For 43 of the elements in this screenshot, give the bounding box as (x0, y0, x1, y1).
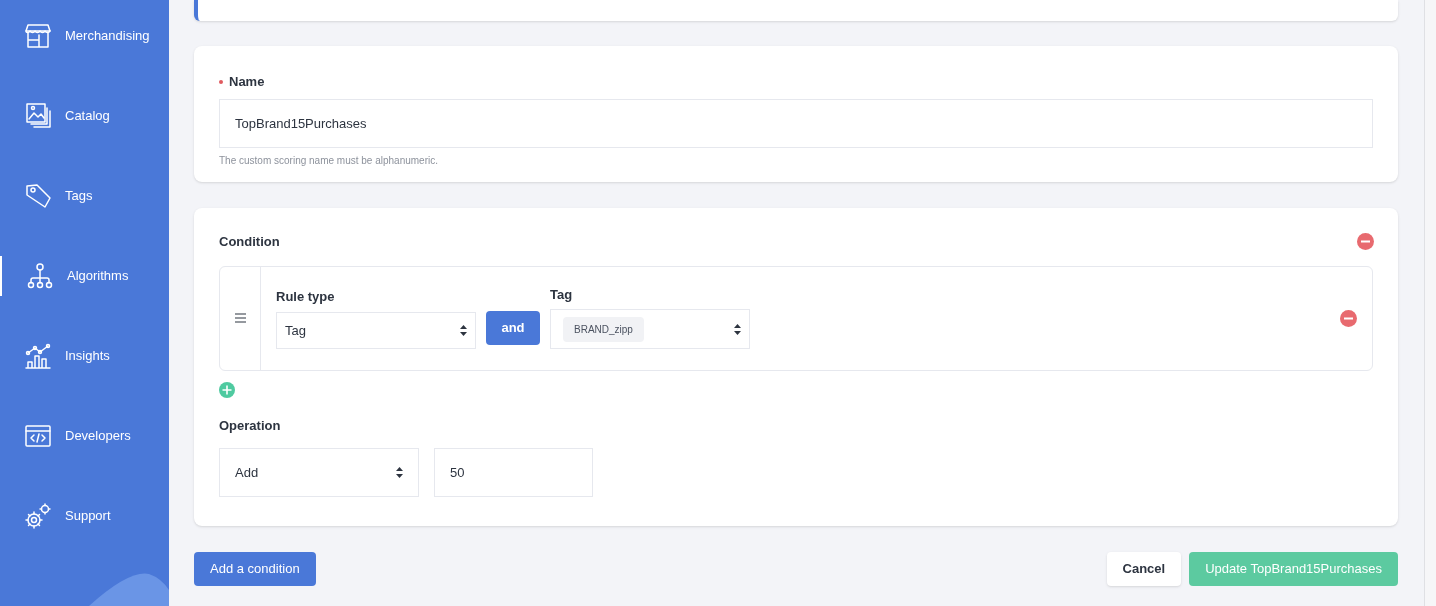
select-arrows-icon (734, 323, 741, 335)
selected-value-chip: BRAND_zipp (563, 316, 644, 342)
hierarchy-icon (27, 263, 53, 289)
remove-icon[interactable] (1357, 233, 1374, 251)
sidebar-item[interactable]: Tags (0, 176, 169, 216)
sidebar-item[interactable]: Merchandising (0, 16, 169, 56)
value-field[interactable]: 50 (434, 448, 593, 497)
rule-type-select[interactable]: Tag (276, 312, 476, 350)
field-label: Rule type (276, 287, 336, 306)
sidebar-label: Developers (65, 427, 131, 446)
sidebar-label: Catalog (65, 107, 110, 126)
sidebar-label: Merchandising (65, 27, 150, 46)
sidebar-label: Tags (65, 187, 93, 206)
select-arrows-icon (396, 467, 403, 478)
field-label: Tag (550, 285, 574, 304)
add-icon[interactable] (219, 381, 235, 398)
section-title: Condition (219, 233, 280, 251)
sidebar-item[interactable]: Developers (0, 416, 169, 456)
select-arrows-icon (460, 325, 467, 337)
images-icon (25, 102, 51, 130)
name-field[interactable]: TopBrand15Purchases (219, 98, 1373, 148)
sidebar-label: Insights (65, 347, 110, 366)
sidebar-label: Algorithms (67, 267, 129, 286)
sidebar-item[interactable]: Catalog (0, 96, 169, 136)
help-text: The custom scoring name must be alphanumeric. (219, 153, 439, 168)
and-button[interactable]: and (486, 310, 540, 345)
sidebar-item[interactable]: Insights (0, 336, 169, 376)
sidebar-item[interactable]: Support (0, 496, 169, 536)
field-label: Name (229, 73, 265, 91)
sidebar-label: Support (65, 507, 111, 526)
section-title: Operation (219, 416, 282, 435)
tag-icon (25, 183, 51, 209)
operation-select[interactable]: Add (219, 448, 419, 497)
sidebar-item[interactable]: Algorithms (0, 256, 169, 296)
code-window-icon (25, 424, 51, 448)
chart-icon (25, 343, 51, 369)
tags-dropdown[interactable]: BRAND_zipp (550, 309, 750, 350)
add-condition-button[interactable]: Add a condition (194, 552, 316, 586)
gears-icon (25, 503, 51, 529)
cancel-button[interactable]: Cancel (1106, 552, 1182, 586)
drag-handle-icon[interactable] (234, 313, 246, 323)
remove-icon[interactable] (1340, 309, 1357, 327)
store-icon (25, 23, 51, 49)
